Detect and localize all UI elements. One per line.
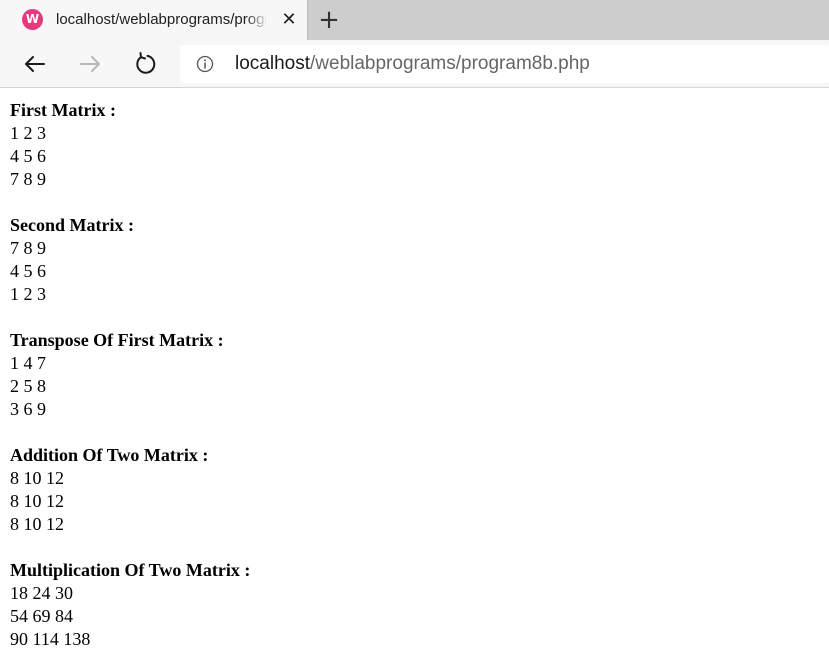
- matrix-row: 7 8 9: [10, 169, 46, 189]
- url-text[interactable]: localhost/weblabprograms/program8b.php: [235, 53, 590, 75]
- matrix-row: 3 6 9: [10, 399, 46, 419]
- matrix-row: 4 5 6: [10, 261, 46, 281]
- active-tab[interactable]: W localhost/weblabprograms/program8b.php…: [0, 0, 308, 40]
- refresh-icon: [136, 52, 156, 74]
- transpose-section: Transpose Of First Matrix : 1 4 7 2 5 8 …: [10, 329, 829, 421]
- arrow-left-icon: [25, 56, 45, 72]
- addition-section: Addition Of Two Matrix : 8 10 12 8 10 12…: [10, 444, 829, 536]
- matrix-row: 8 10 12: [10, 468, 64, 488]
- tab-title: localhost/weblabprograms/program8b.php: [56, 11, 266, 28]
- page-content: First Matrix : 1 2 3 4 5 6 7 8 9 Second …: [0, 89, 829, 668]
- url-path: /weblabprograms/program8b.php: [310, 53, 590, 74]
- matrix-row: 2 5 8: [10, 376, 46, 396]
- tab-strip: W localhost/weblabprograms/program8b.php…: [0, 0, 829, 40]
- back-button[interactable]: [20, 49, 50, 79]
- multiplication-section: Multiplication Of Two Matrix : 18 24 30 …: [10, 559, 829, 651]
- matrix-row: 1 4 7: [10, 353, 46, 373]
- arrow-right-icon: [80, 56, 100, 72]
- matrix-row: 8 10 12: [10, 491, 64, 511]
- refresh-button[interactable]: [130, 49, 160, 79]
- url-host: localhost: [235, 53, 310, 74]
- matrix-row: 1 2 3: [10, 284, 46, 304]
- close-tab-button[interactable]: ✕: [278, 9, 300, 31]
- section-heading: Second Matrix :: [10, 215, 134, 235]
- new-tab-button[interactable]: +: [315, 6, 343, 34]
- section-heading: Multiplication Of Two Matrix :: [10, 560, 251, 580]
- second-matrix-section: Second Matrix : 7 8 9 4 5 6 1 2 3: [10, 214, 829, 306]
- section-heading: Transpose Of First Matrix :: [10, 330, 224, 350]
- matrix-row: 18 24 30: [10, 583, 73, 603]
- forward-button[interactable]: [75, 49, 105, 79]
- matrix-row: 1 2 3: [10, 123, 46, 143]
- wamp-favicon-icon: W: [22, 9, 43, 30]
- browser-toolbar: localhost/weblabprograms/program8b.php: [0, 40, 829, 88]
- section-heading: Addition Of Two Matrix :: [10, 445, 209, 465]
- section-heading: First Matrix :: [10, 100, 116, 120]
- info-icon[interactable]: [196, 55, 214, 73]
- first-matrix-section: First Matrix : 1 2 3 4 5 6 7 8 9: [10, 99, 829, 191]
- matrix-row: 54 69 84: [10, 606, 73, 626]
- address-bar[interactable]: localhost/weblabprograms/program8b.php: [180, 45, 829, 83]
- tab-title-fade: [246, 8, 268, 32]
- matrix-row: 8 10 12: [10, 514, 64, 534]
- matrix-row: 4 5 6: [10, 146, 46, 166]
- matrix-row: 90 114 138: [10, 629, 91, 649]
- matrix-row: 7 8 9: [10, 238, 46, 258]
